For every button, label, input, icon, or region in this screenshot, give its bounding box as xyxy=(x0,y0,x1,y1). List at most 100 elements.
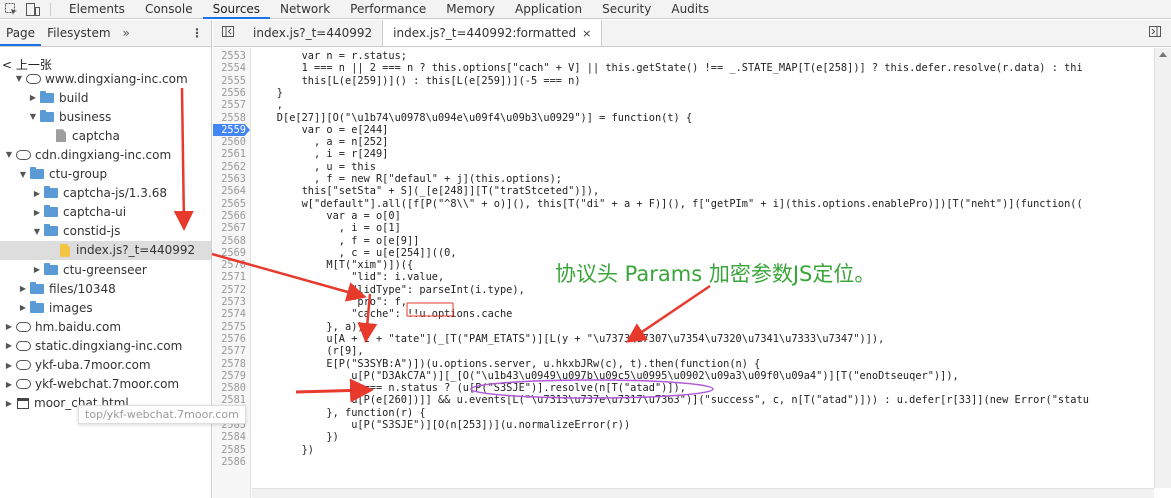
tree-item[interactable]: ▶ images xyxy=(0,298,211,317)
tree-item[interactable]: captcha xyxy=(0,126,211,145)
tree-item-label: ykf-webchat.7moor.com xyxy=(35,377,180,392)
triangle-down-icon[interactable]: ▼ xyxy=(32,227,42,236)
cloud-icon xyxy=(16,340,31,351)
tab-console[interactable]: Console xyxy=(135,0,203,19)
tree-item[interactable]: ▶ ykf-webchat.7moor.com xyxy=(0,375,211,394)
tab-network[interactable]: Network xyxy=(270,0,340,19)
line-number[interactable]: 2569 xyxy=(213,247,250,259)
tab-audits[interactable]: Audits xyxy=(661,0,719,19)
line-number[interactable]: 2556 xyxy=(213,87,250,99)
tab-sources[interactable]: Sources xyxy=(202,0,271,19)
toggle-navigator-icon[interactable] xyxy=(213,26,243,40)
line-number[interactable]: 2586 xyxy=(213,456,250,468)
tree-item[interactable]: ▼ ctu-group xyxy=(0,165,211,184)
line-number[interactable]: 2580 xyxy=(213,382,250,394)
triangle-right-icon[interactable]: ▶ xyxy=(4,341,14,350)
line-number[interactable]: 2572 xyxy=(213,284,250,296)
tree-item[interactable]: ▶ ykf-uba.7moor.com xyxy=(0,356,211,375)
toggle-debugger-icon[interactable] xyxy=(1149,26,1171,40)
tree-item[interactable]: ▼ constid-js xyxy=(0,222,211,241)
tree-item[interactable]: ▶ static.dingxiang-inc.com xyxy=(0,336,211,355)
horizontal-scrollbar[interactable] xyxy=(252,488,1154,498)
line-number[interactable]: 2554 xyxy=(213,62,250,74)
code-line: "cache": !!u.options.cache xyxy=(252,308,513,321)
triangle-right-icon[interactable]: ▶ xyxy=(4,322,14,331)
code-line: D[e[27]][O("\u1b74\u0978\u094e\u09f4\u09… xyxy=(252,111,693,124)
tree-item[interactable]: index.js?_t=440992 xyxy=(0,240,211,260)
triangle-right-icon[interactable]: ▶ xyxy=(18,303,28,312)
line-number[interactable]: 2565 xyxy=(213,198,250,210)
line-number[interactable]: 2558 xyxy=(213,112,250,124)
line-number[interactable]: 2557 xyxy=(213,99,250,111)
line-number[interactable]: 2575 xyxy=(213,321,250,333)
tab-application[interactable]: Application xyxy=(505,0,592,19)
annotation-text: 协议头 Params 加密参数JS定位。 xyxy=(555,262,876,286)
tree-item[interactable]: ▶ build xyxy=(0,88,211,107)
device-toolbar-icon[interactable] xyxy=(22,0,44,19)
line-number[interactable]: 2568 xyxy=(213,235,250,247)
tree-item-label: ctu-greenseer xyxy=(63,262,147,277)
editor-tab-index-js-formatted[interactable]: index.js?_t=440992:formatted × xyxy=(382,20,603,46)
triangle-down-icon[interactable]: ▼ xyxy=(28,112,38,121)
previous-image-link[interactable]: < 上一张 xyxy=(0,56,56,72)
tree-item[interactable]: ▶ ctu-greenseer xyxy=(0,260,211,279)
tab-filesystem[interactable]: Filesystem xyxy=(41,20,116,46)
tree-item[interactable]: ▶ files/10348 xyxy=(0,279,211,298)
line-number[interactable]: 2574 xyxy=(213,308,250,320)
line-number[interactable]: 2567 xyxy=(213,222,250,234)
tab-memory[interactable]: Memory xyxy=(436,0,505,19)
line-number[interactable]: 2579 xyxy=(213,370,250,382)
line-number[interactable]: 2584 xyxy=(213,431,250,443)
tab-elements[interactable]: Elements xyxy=(59,0,135,19)
code-line: w["default"].all([f[P("^8\\" + o)](), th… xyxy=(252,197,1083,210)
tree-item[interactable]: ▶ captcha-js/1.3.68 xyxy=(0,184,211,203)
tree-item[interactable]: ▶ captcha-ui xyxy=(0,203,211,222)
line-number[interactable]: 2555 xyxy=(213,75,250,87)
tab-page[interactable]: Page xyxy=(0,20,42,46)
tab-performance[interactable]: Performance xyxy=(340,0,436,19)
triangle-right-icon[interactable]: ▶ xyxy=(4,399,14,408)
tree-item[interactable]: ▼ cdn.dingxiang-inc.com xyxy=(0,145,211,164)
triangle-down-icon[interactable]: ▼ xyxy=(4,150,14,159)
breakpoint-line-number[interactable]: 2559 xyxy=(213,123,250,137)
line-number[interactable]: 2562 xyxy=(213,161,250,173)
line-number-gutter[interactable]: 2553 2554 2555 2556 2557 2558 2559 2560 2561 2562… xyxy=(213,48,251,498)
more-tabs-icon[interactable]: » xyxy=(117,26,136,40)
line-number[interactable]: 2564 xyxy=(213,185,250,197)
code-line: this["setSta" + S](_[e[248]][T("tratStce… xyxy=(252,185,600,198)
line-number[interactable]: 2585 xyxy=(213,444,250,456)
triangle-right-icon[interactable]: ▶ xyxy=(32,265,42,274)
scroll-up-icon[interactable] xyxy=(1159,52,1167,57)
triangle-right-icon[interactable]: ▶ xyxy=(32,208,42,217)
line-number[interactable]: 2577 xyxy=(213,345,250,357)
vertical-scrollbar[interactable] xyxy=(1154,48,1171,488)
folder-icon xyxy=(44,186,58,199)
code-line: u[A + I + "tate"](_[T("PAM_ETATS")][L(y … xyxy=(252,332,885,345)
line-number[interactable]: 2561 xyxy=(213,148,250,160)
triangle-right-icon[interactable]: ▶ xyxy=(18,284,28,293)
tree-item[interactable]: ▶ hm.baidu.com xyxy=(0,317,211,336)
line-number[interactable]: 2573 xyxy=(213,296,250,308)
line-number[interactable]: 2570 xyxy=(213,259,250,271)
close-icon[interactable]: × xyxy=(582,27,591,40)
kebab-menu-icon[interactable]: ⋮ xyxy=(191,26,211,40)
line-number[interactable]: 2560 xyxy=(213,136,250,148)
triangle-down-icon[interactable]: ▼ xyxy=(18,170,28,179)
line-number[interactable]: 2576 xyxy=(213,333,250,345)
tree-item-label: static.dingxiang-inc.com xyxy=(35,338,183,353)
line-number[interactable]: 2566 xyxy=(213,210,250,222)
triangle-right-icon[interactable]: ▶ xyxy=(4,361,14,370)
triangle-right-icon[interactable]: ▶ xyxy=(28,93,38,102)
editor-tab-index-js[interactable]: index.js?_t=440992 xyxy=(243,20,382,46)
tree-item[interactable]: ▼ business xyxy=(0,107,211,126)
line-number[interactable]: 2563 xyxy=(213,173,250,185)
triangle-down-icon[interactable]: ▼ xyxy=(14,74,24,83)
cloud-icon xyxy=(16,360,31,370)
inspect-element-icon[interactable] xyxy=(0,0,22,19)
triangle-right-icon[interactable]: ▶ xyxy=(32,189,42,198)
line-number[interactable]: 2578 xyxy=(213,358,250,370)
tab-security[interactable]: Security xyxy=(592,0,661,19)
line-number[interactable]: 2571 xyxy=(213,271,250,283)
line-number[interactable]: 2553 xyxy=(213,50,250,62)
triangle-right-icon[interactable]: ▶ xyxy=(4,380,14,389)
